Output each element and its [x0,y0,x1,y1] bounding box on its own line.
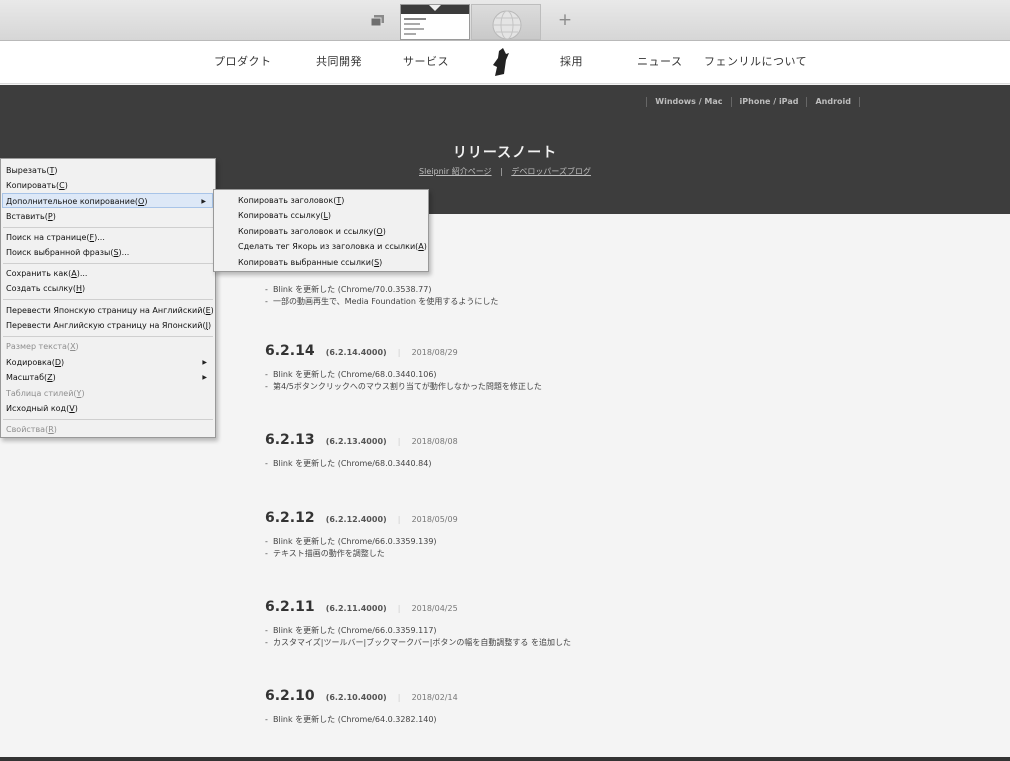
divider: | [397,693,401,702]
release-build: (6.2.13.4000) [325,437,387,446]
release-date: 2018/04/25 [411,604,458,613]
page-bottom-border [0,757,1010,761]
menu-item-properties: Свойства(R) [6,425,57,434]
release-date: 2018/08/29 [411,348,458,357]
add-tab-button[interactable]: + [556,10,574,30]
submenu-arrow-icon: ▶ [202,374,207,381]
tab-strip: + [0,0,1010,41]
menu-item-cut[interactable]: Вырезать(T) [5,163,213,178]
developers-blog-link[interactable]: デベロッパーズブログ [511,167,591,176]
release-date: 2018/02/14 [411,693,458,702]
menu-item-find-on-page[interactable]: Поиск на странице(F)... [5,230,213,245]
menu-item-view-source[interactable]: Исходный код(V) [5,401,213,416]
release-version: 6.2.13 [265,432,315,448]
platform-link-android[interactable]: Android [806,97,859,107]
release-build: (6.2.14.4000) [325,348,387,357]
release-entry: 6.2.14 (6.2.14.4000) | 2018/08/29 - Blin… [265,340,865,393]
release-item: - 第4/5ボタンクリックへのマウス割り当てが動作しなかった問題を修正した [265,382,542,391]
menu-item-translate-ja-en[interactable]: Перевести Японскую страницу на Английски… [5,303,214,318]
site-navigation: プロダクト 共同開発 サービス 採用 ニュース フェンリルについて [0,41,1010,84]
release-version: 6.2.14 [265,343,315,359]
nav-item-codevelopment[interactable]: 共同開発 [316,53,362,69]
advanced-copy-submenu: Копировать заголовок(T) Копировать ссылк… [213,189,429,272]
divider [859,97,860,107]
submenu-item-copy-title[interactable]: Копировать заголовок(T) [238,193,344,208]
release-entry: 6.2.12 (6.2.12.4000) | 2018/05/09 - Blin… [265,507,865,560]
release-item: - 一部の動画再生で、Media Foundation を使用するようにした [265,297,499,306]
menu-separator [3,419,213,420]
submenu-item-make-anchor-tag[interactable]: Сделать тег Якорь из заголовка и ссылки(… [238,239,427,254]
release-entry: 6.2.13 (6.2.13.4000) | 2018/08/08 - Blin… [265,429,865,470]
platform-link-windows-mac[interactable]: Windows / Mac [646,97,730,107]
platform-link-iphone-ipad[interactable]: iPhone / iPad [730,97,807,107]
release-version: 6.2.10 [265,688,315,704]
release-date: 2018/05/09 [411,515,458,524]
menu-item-create-link[interactable]: Создать ссылку(H) [5,281,213,296]
tab-pages-icon[interactable] [369,13,387,29]
submenu-arrow-icon: ▶ [202,359,207,366]
divider: | [397,437,401,446]
release-item: - Blink を更新した (Chrome/66.0.3359.139) [265,537,437,546]
fenrir-wolf-logo-icon[interactable] [491,47,511,77]
release-item: - Blink を更新した (Chrome/66.0.3359.117) [265,626,437,635]
globe-icon [492,10,522,39]
divider: | [500,167,503,176]
menu-item-copy[interactable]: Копировать(C) [5,178,213,193]
menu-item-search-selection[interactable]: Поиск выбранной фразы(S)... [5,245,213,260]
release-entry: 6.2.10 (6.2.10.4000) | 2018/02/14 - Blin… [265,685,865,726]
divider: | [397,604,401,613]
menu-item-text-size: Размер текста(X) [6,342,79,351]
nav-item-recruit[interactable]: 採用 [560,53,583,69]
release-date: 2018/08/08 [411,437,458,446]
platform-links: Windows / Mac iPhone / iPad Android [646,97,860,107]
menu-separator [3,336,213,337]
tab-active[interactable] [400,4,470,40]
menu-item-save-as[interactable]: Сохранить как(A)... [5,266,213,281]
menu-item-encoding[interactable]: Кодировка(D) ▶ [5,355,213,370]
release-item: - Blink を更新した (Chrome/70.0.3538.77) [265,285,432,294]
submenu-arrow-icon: ▶ [201,198,206,205]
nav-item-services[interactable]: サービス [403,53,449,69]
release-build: (6.2.11.4000) [325,604,387,613]
menu-item-translate-en-ja[interactable]: Перевести Английскую страницу на Японски… [5,318,213,333]
release-item: - カスタマイズ|ツールバー|ブックマークバー|ボタンの幅を自動調整する を追加… [265,638,571,647]
divider: | [397,348,401,357]
tab-inactive[interactable] [471,4,541,40]
submenu-item-copy-selected-links[interactable]: Копировать выбранные ссылки(S) [238,255,382,270]
nav-item-products[interactable]: プロダクト [214,53,272,69]
nav-item-about[interactable]: フェンリルについて [704,53,807,69]
release-item: - Blink を更新した (Chrome/68.0.3440.84) [265,459,432,468]
submenu-item-copy-link[interactable]: Копировать ссылку(L) [238,208,331,223]
release-build: (6.2.10.4000) [325,693,387,702]
menu-separator [3,227,213,228]
release-version: 6.2.11 [265,599,315,615]
nav-item-news[interactable]: ニュース [637,53,682,69]
release-version: 6.2.12 [265,510,315,526]
sleipnir-intro-link[interactable]: Sleipnir 紹介ページ [419,167,492,176]
menu-item-stylesheet: Таблица стилей(Y) [6,389,85,398]
context-menu: Вырезать(T) Копировать(C) Дополнительное… [0,158,216,438]
release-item: - Blink を更新した (Chrome/64.0.3282.140) [265,715,437,724]
menu-item-advanced-copy[interactable]: Дополнительное копирование(O) ▶ [2,193,213,208]
release-item: - テキスト描画の動作を調整した [265,549,385,558]
submenu-item-copy-title-and-link[interactable]: Копировать заголовок и ссылку(O) [238,224,386,239]
menu-separator [3,299,213,300]
release-item: - Blink を更新した (Chrome/68.0.3440.106) [265,370,437,379]
menu-item-zoom[interactable]: Масштаб(Z) ▶ [5,370,213,385]
release-build: (6.2.12.4000) [325,515,387,524]
divider: | [397,515,401,524]
page-thumbnail-icon [401,5,469,39]
menu-separator [3,263,213,264]
release-entry: 6.2.11 (6.2.11.4000) | 2018/04/25 - Blin… [265,596,865,649]
menu-item-paste[interactable]: Вставить(P) [5,209,213,224]
